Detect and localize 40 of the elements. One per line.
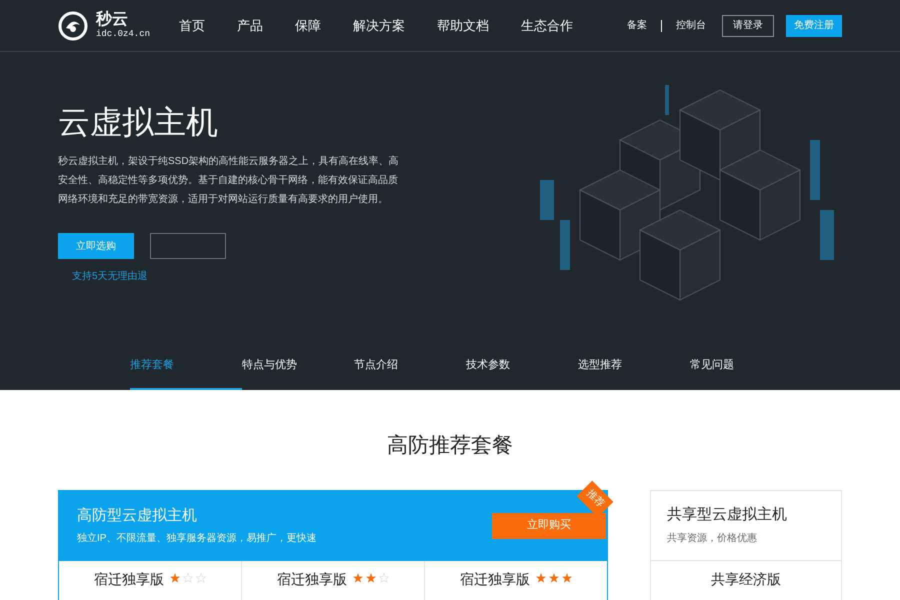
section-title: 高防推荐套餐	[387, 433, 513, 459]
section-tab[interactable]: 技术参数	[466, 350, 578, 390]
star-icon	[536, 572, 546, 582]
empty-star-icon	[196, 572, 206, 582]
card-title: 共享型云虚拟主机	[667, 505, 788, 526]
star-icon	[562, 572, 572, 582]
nav-link[interactable]: 保障	[295, 16, 321, 36]
section-tab[interactable]: 常见问题	[690, 350, 802, 390]
logo-domain: idc.0z4.cn	[96, 30, 150, 39]
outline-button[interactable]	[150, 233, 226, 259]
star-icon	[366, 572, 376, 582]
card-subtitle: 共享资源，价格优惠	[667, 532, 758, 546]
section-tab[interactable]: 选型推荐	[578, 350, 690, 390]
section-tab[interactable]: 节点介绍	[354, 350, 466, 390]
plan-name: 宿迁独享版	[94, 570, 164, 588]
star-icon	[170, 572, 180, 582]
card-title: 高防型云虚拟主机	[77, 506, 198, 526]
plan-name: 宿迁独享版	[460, 570, 530, 588]
refund-note: 支持5天无理由退	[72, 270, 149, 284]
section-tab[interactable]: 特点与优势	[242, 350, 354, 390]
section-tab[interactable]: 推荐套餐	[130, 350, 242, 390]
header-link[interactable]: 备案	[627, 18, 647, 33]
nav-link[interactable]: 产品	[237, 16, 263, 36]
hero-title: 云虚拟主机	[58, 103, 219, 142]
logo-text: 秒云	[96, 12, 129, 28]
nav-link[interactable]: 生态合作	[521, 16, 573, 36]
plan-name: 共享经济版	[711, 570, 781, 588]
nav-link[interactable]: 首页	[179, 16, 205, 36]
nav-link[interactable]: 解决方案	[353, 16, 405, 36]
logo-icon	[58, 10, 88, 40]
empty-star-icon	[183, 572, 193, 582]
card-subtitle: 独立IP、不限流量、独享服务器资源，易推广，更快速	[77, 532, 318, 546]
hero-description: 秒云虚拟主机，架设于纯SSD架构的高性能云服务器之上，具有高在线率、高安全性、高稳定性等多项优势。基于自建的核心骨干网络，能有效保证高品质网络环境和充足的带宽资源，适用于对网站运行质量有高要求的用户使用。	[58, 154, 400, 207]
header-link[interactable]: 控制台	[676, 18, 706, 33]
plan-name: 宿迁独享版	[277, 570, 347, 588]
star-icon	[549, 572, 559, 582]
star-icon	[353, 572, 363, 582]
nav-link[interactable]: 帮助文档	[437, 16, 489, 36]
empty-star-icon	[379, 572, 389, 582]
login-button[interactable]: 请登录	[722, 14, 774, 36]
